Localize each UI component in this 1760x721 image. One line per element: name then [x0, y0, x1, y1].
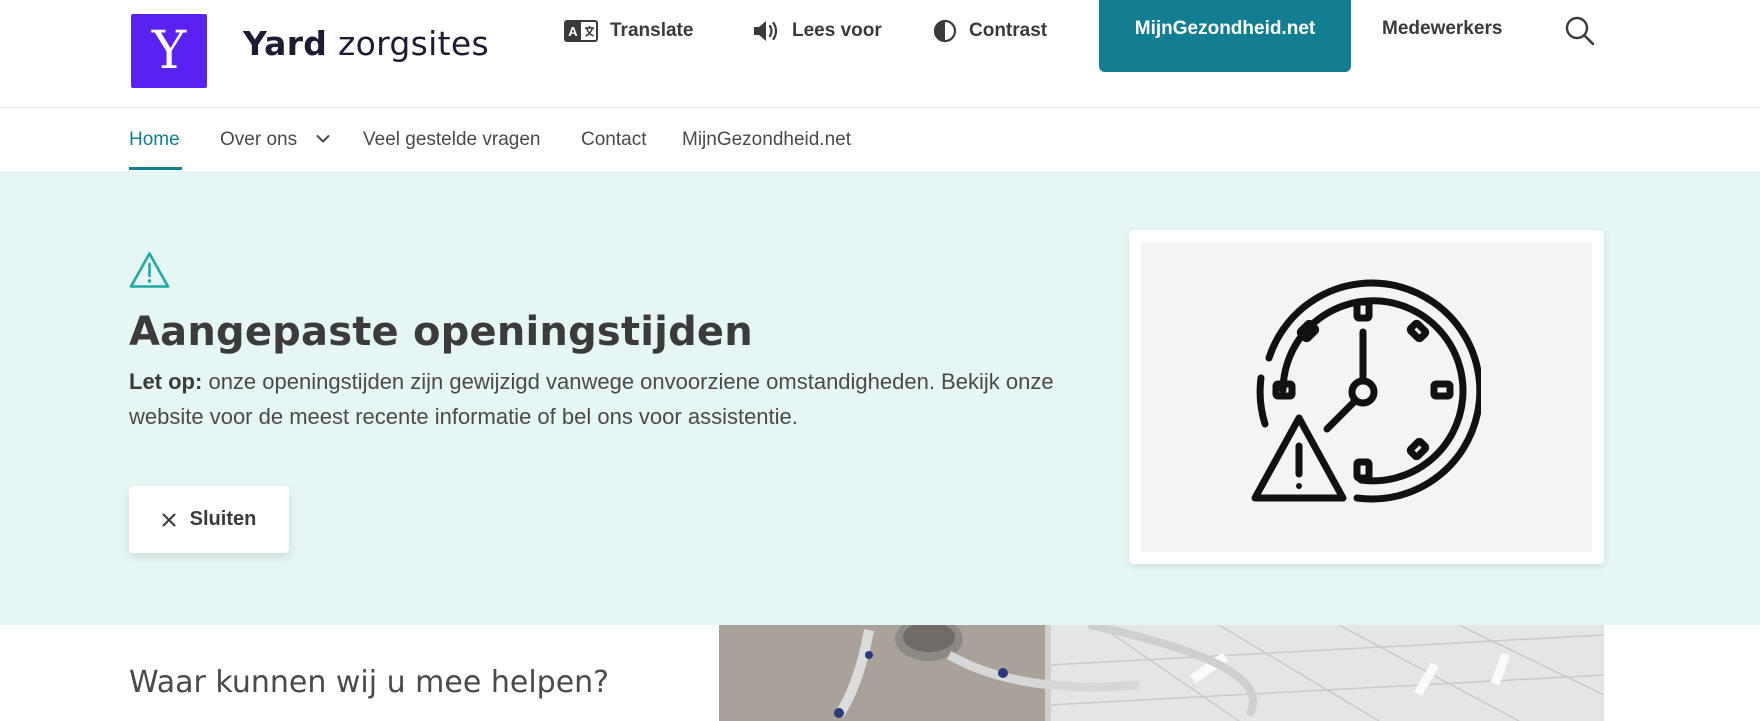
warning-icon	[129, 252, 170, 288]
close-icon	[162, 513, 176, 526]
ceiling-scene	[719, 625, 1604, 721]
help-section-title: Waar kunnen wij u mee helpen?	[129, 665, 610, 700]
logo-wordmark[interactable]: Yard zorgsites	[243, 24, 489, 63]
svg-text:A: A	[568, 24, 578, 39]
search-button[interactable]	[1564, 15, 1596, 47]
operating-room-photo	[719, 625, 1604, 721]
active-indicator	[129, 167, 182, 170]
read-aloud-label: Lees voor	[792, 20, 882, 41]
translate-button[interactable]: A Translate	[564, 16, 693, 46]
close-alert-label: Sluiten	[189, 508, 257, 530]
brand-name-strong: Yard	[243, 24, 328, 63]
site-header: Y Yard zorgsites A Translate Lees voor C…	[0, 0, 1760, 108]
clock-warning-icon	[1251, 279, 1481, 503]
brand-name-light: zorgsites	[338, 24, 489, 63]
alert-body: onze openingstijden zijn gewijzigd vanwe…	[129, 369, 1054, 429]
contrast-label: Contrast	[969, 20, 1048, 41]
contrast-icon	[933, 19, 957, 43]
illustration-frame	[1141, 242, 1592, 552]
nav-item-over-ons-label: Over ons	[220, 129, 298, 150]
logo-mark[interactable]: Y	[131, 14, 207, 88]
alert-message: Let op: onze openingstijden zijn gewijzi…	[129, 364, 1064, 434]
alert-title: Aangepaste openingstijden	[129, 309, 753, 355]
close-alert-button[interactable]: Sluiten	[129, 486, 289, 553]
search-icon	[1565, 16, 1595, 46]
chevron-down-icon	[316, 135, 330, 143]
nav-item-mijngezondheid[interactable]: MijnGezondheid.net	[682, 129, 851, 151]
translate-icon: A	[564, 20, 598, 42]
mijngezondheid-button[interactable]: MijnGezondheid.net	[1099, 0, 1351, 72]
main-navigation: Home Over ons Veel gestelde vragen Conta…	[0, 109, 1760, 171]
nav-item-faq[interactable]: Veel gestelde vragen	[363, 129, 540, 151]
speaker-icon	[754, 21, 778, 41]
alert-illustration-card	[1129, 230, 1604, 564]
nav-item-contact[interactable]: Contact	[581, 129, 646, 151]
alert-emphasis: Let op:	[129, 369, 203, 394]
nav-item-home[interactable]: Home	[129, 129, 180, 151]
read-aloud-button[interactable]: Lees voor	[752, 16, 882, 46]
nav-item-over-ons[interactable]: Over ons	[220, 129, 330, 151]
translate-label: Translate	[610, 20, 694, 41]
staff-link[interactable]: Medewerkers	[1382, 18, 1502, 40]
alert-banner: Aangepaste openingstijden Let op: onze o…	[0, 171, 1760, 625]
contrast-button[interactable]: Contrast	[933, 16, 1047, 46]
